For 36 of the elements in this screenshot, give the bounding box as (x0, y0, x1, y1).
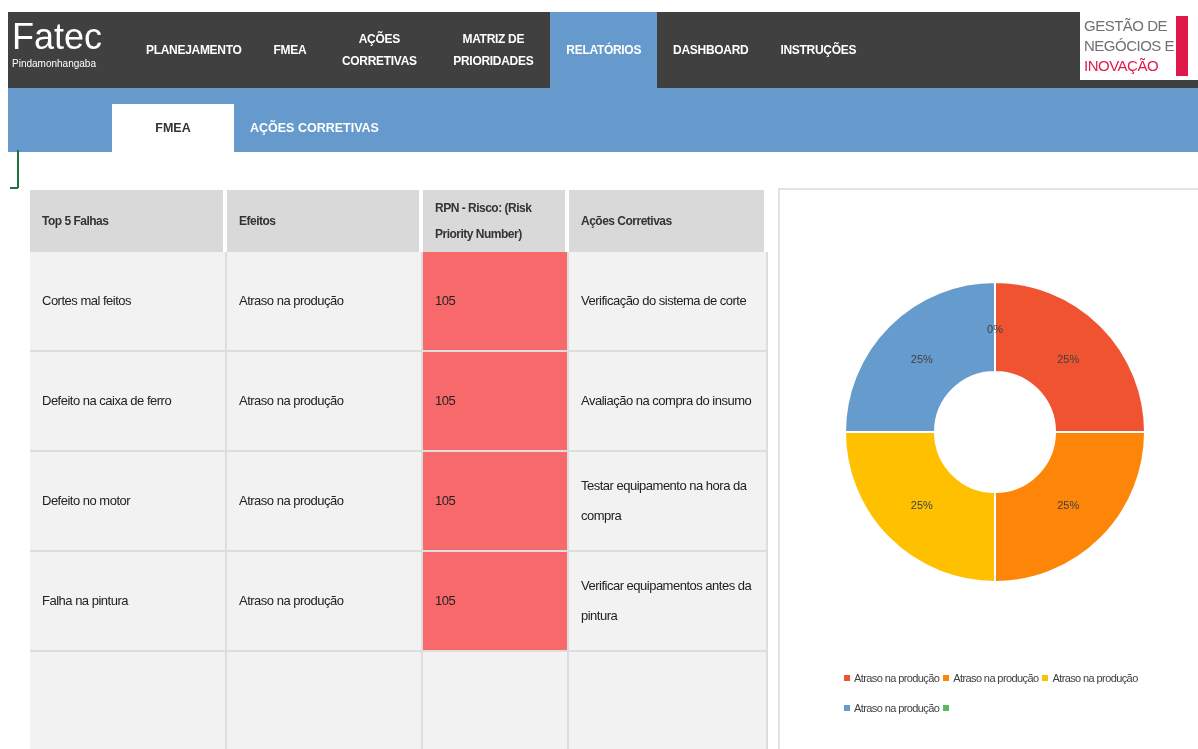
data-label: 25% (1057, 499, 1080, 512)
table-cell: Verificação do sistema de corte (569, 252, 768, 352)
data-label: 25% (910, 352, 933, 365)
sub-tab[interactable]: FMEA (112, 104, 234, 152)
table-cell: 105 (423, 552, 569, 652)
nav-tab[interactable]: INSTRUÇÕES (764, 12, 873, 88)
legend-label: Atraso na produção (854, 702, 940, 714)
nav-tab[interactable]: MATRIZ DE PRIORIDADES (436, 12, 551, 88)
nav-tab[interactable]: FMEA (257, 12, 323, 88)
table-cell: Avaliação na compra do insumo (569, 352, 768, 452)
partner-logo: GESTÃO DE NEGÓCIOS E INOVAÇÃO (1080, 12, 1198, 80)
table-cell: Atraso na produção (227, 552, 423, 652)
table-cell: 105 (423, 452, 569, 552)
table-cell: Defeito na caixa de ferro (30, 352, 227, 452)
nav-tab[interactable]: PLANEJAMENTO (130, 12, 258, 88)
legend-label: Atraso na produção (854, 672, 940, 684)
legend-label: Atraso na produção (1052, 672, 1138, 684)
brand-logo: Fatec (12, 18, 103, 56)
table-cell: Defeito no motor (30, 452, 227, 552)
nav-tab[interactable]: AÇÕES CORRETIVAS (322, 12, 437, 88)
data-label: 25% (910, 499, 933, 512)
legend-label: Atraso na produção (953, 672, 1039, 684)
table-cell: 105 (423, 352, 569, 452)
table-cell: Verificar equipamentos antes da pintura (569, 552, 768, 652)
table-cell: Testar equipamento na hora da compra (569, 452, 768, 552)
table-cell: Atraso na produção (227, 252, 423, 352)
table-cell: 105 (423, 252, 569, 352)
data-label: 0% (987, 322, 1003, 335)
nav-tab[interactable]: DASHBOARD (657, 12, 765, 88)
table-cell: Falha na pintura (30, 552, 227, 652)
table-cell: Atraso na produção (227, 352, 423, 452)
table-cell: Atraso na produção (227, 452, 423, 552)
brand-subtitle: Pindamonhangaba (12, 58, 96, 69)
data-label: 25% (1057, 352, 1080, 365)
selection-corner-icon (8, 150, 22, 192)
table-cell: Cortes mal feitos (30, 252, 227, 352)
